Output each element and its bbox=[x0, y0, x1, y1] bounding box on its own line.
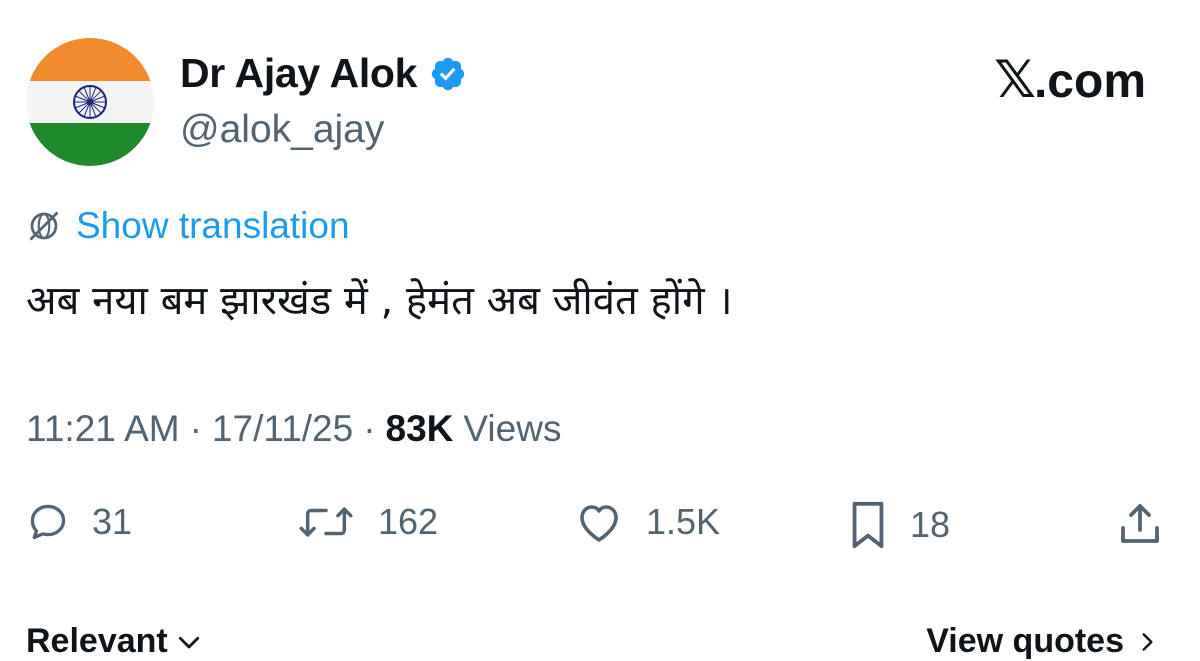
views-count: 83K bbox=[385, 408, 454, 449]
x-logo-icon: 𝕏 bbox=[994, 50, 1036, 110]
chevron-right-icon bbox=[1142, 632, 1153, 651]
like-button[interactable]: 1.5K bbox=[574, 500, 720, 544]
sort-replies-dropdown[interactable]: Relevant bbox=[26, 622, 204, 661]
repost-button[interactable]: 162 bbox=[296, 500, 438, 544]
view-quotes-link[interactable]: View quotes bbox=[926, 622, 1160, 661]
india-flag-icon bbox=[26, 38, 154, 166]
bookmark-button[interactable]: 18 bbox=[848, 500, 950, 550]
tweet-time[interactable]: 11:21 AM bbox=[26, 408, 180, 450]
repost-count: 162 bbox=[378, 501, 439, 542]
author-name-row[interactable]: Dr Ajay Alok bbox=[180, 50, 467, 97]
show-translation-label: Show translation bbox=[76, 205, 350, 246]
views-label: Views bbox=[463, 408, 562, 449]
heart-icon bbox=[580, 505, 618, 542]
tweet-text: अब नया बम झारखंड में , हेमंत अब जीवंत हो… bbox=[26, 278, 733, 324]
x-logo-domain: .com bbox=[1033, 55, 1146, 108]
reply-button[interactable]: 31 bbox=[26, 500, 132, 544]
view-quotes-label: View quotes bbox=[926, 622, 1124, 660]
x-logo: 𝕏 .com bbox=[994, 50, 1146, 110]
globe-slash-icon bbox=[29, 211, 59, 241]
author-handle[interactable]: @alok_ajay bbox=[180, 108, 384, 152]
tweet-meta: 11:21 AM · 17/11/25 · 83K Views bbox=[26, 408, 561, 450]
verified-badge-icon bbox=[429, 55, 467, 93]
share-icon bbox=[1121, 504, 1159, 543]
reply-count: 31 bbox=[92, 501, 133, 542]
tweet-date[interactable]: 17/11/25 bbox=[212, 408, 353, 450]
bookmark-count: 18 bbox=[910, 504, 951, 545]
author-display-name[interactable]: Dr Ajay Alok bbox=[180, 50, 417, 97]
bookmark-icon bbox=[852, 501, 884, 549]
avatar[interactable] bbox=[26, 38, 154, 166]
meta-separator: · bbox=[363, 408, 376, 449]
share-button[interactable] bbox=[1116, 500, 1164, 548]
reply-icon bbox=[30, 504, 66, 540]
chevron-down-icon bbox=[178, 636, 199, 648]
show-translation-button[interactable]: Show translation bbox=[26, 205, 350, 247]
repost-icon bbox=[299, 507, 353, 537]
meta-separator: · bbox=[189, 408, 202, 449]
like-count: 1.5K bbox=[646, 501, 721, 542]
sort-label: Relevant bbox=[26, 622, 168, 660]
